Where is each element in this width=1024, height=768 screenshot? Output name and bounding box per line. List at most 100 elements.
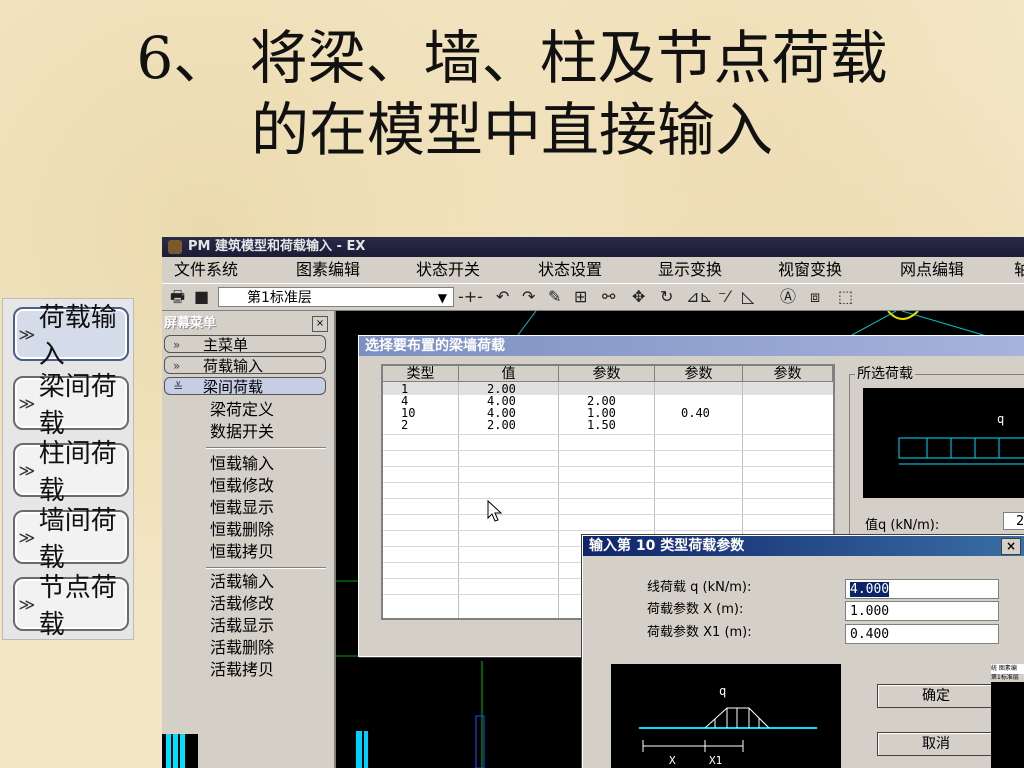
column-header-param1[interactable]: 参数 bbox=[559, 366, 655, 382]
embedded-screenshot-thumbnail: 统 图素编 第1标准层 bbox=[991, 664, 1024, 768]
column-header-value[interactable]: 值 bbox=[459, 366, 559, 382]
menu-item-dead-load-display[interactable]: 恒载显示 bbox=[210, 497, 274, 519]
floor-select[interactable]: 第1标准层 ▼ bbox=[218, 287, 454, 307]
print-icon[interactable]: 🖶 bbox=[170, 287, 185, 307]
line-load-label: 线荷载 q (kN/m): bbox=[647, 580, 752, 595]
table-cell[interactable]: 1.50 bbox=[587, 419, 616, 431]
crosshair-icon[interactable]: -+- bbox=[458, 287, 483, 307]
slide-nav-column-load-button[interactable]: ≫ 柱间荷载 bbox=[13, 439, 129, 506]
chevron-right-icon: ≫ bbox=[18, 460, 36, 480]
tab-label: 荷载输入 bbox=[203, 357, 264, 375]
chevron-down-icon: ≫ bbox=[18, 324, 36, 344]
menu-grid-edit[interactable]: 网点编辑 bbox=[900, 257, 964, 283]
menu-bar: 文件系统 图素编辑 状态开关 状态设置 显示变换 视窗变换 网点编辑 轴 bbox=[162, 257, 1024, 283]
tab-beam-load[interactable]: ≚ 梁间荷载 bbox=[164, 377, 326, 396]
slide-nav-label: 墙间荷载 bbox=[38, 506, 117, 573]
diagram-x1-label: X1 bbox=[709, 754, 723, 767]
close-button[interactable]: × bbox=[1001, 538, 1021, 555]
column-header-param2[interactable]: 参数 bbox=[655, 366, 743, 382]
menu-item-dead-load-delete[interactable]: 恒载删除 bbox=[210, 519, 274, 541]
param-x-field[interactable]: 1.000 bbox=[845, 601, 999, 621]
tab-label: 梁间荷载 bbox=[203, 378, 264, 396]
menu-item-live-load-delete[interactable]: 活载删除 bbox=[210, 637, 274, 659]
selected-load-legend: 所选荷载 bbox=[855, 366, 915, 382]
menu-view-transform[interactable]: 视窗变换 bbox=[778, 257, 842, 283]
grid-line bbox=[458, 382, 459, 618]
line-load-field[interactable]: 4.000 bbox=[845, 579, 999, 599]
slide-nav-load-input-button[interactable]: ≫ 荷载输入 bbox=[13, 303, 129, 370]
slide-title-line-1: 6、 将梁、墙、柱及节点荷载 bbox=[136, 24, 888, 92]
ok-button[interactable]: 确定 bbox=[877, 684, 995, 708]
value-field[interactable]: 2 bbox=[1003, 512, 1024, 530]
rotate-icon[interactable]: ↻ bbox=[660, 287, 673, 307]
box-3d-icon[interactable]: ⧈ bbox=[810, 287, 820, 307]
table-cell[interactable]: 2.00 bbox=[487, 419, 516, 431]
param-x-value: 1.000 bbox=[850, 604, 890, 619]
slide-nav-label: 节点荷载 bbox=[38, 573, 117, 640]
tab-load-input[interactable]: » 荷载输入 bbox=[164, 356, 326, 375]
save-icon[interactable]: ■ bbox=[194, 287, 209, 307]
menu-item-live-load-modify[interactable]: 活载修改 bbox=[210, 593, 274, 615]
column-header-param3[interactable]: 参数 bbox=[743, 366, 833, 382]
param-dialog-title: 输入第 10 类型荷载参数 bbox=[583, 536, 1024, 556]
menu-item-dead-load-copy[interactable]: 恒载拷贝 bbox=[210, 541, 274, 563]
menu-item-beam-load-define[interactable]: 梁荷定义 bbox=[210, 399, 274, 421]
floor-select-value: 第1标准层 bbox=[247, 290, 312, 306]
diagram-x-label: X bbox=[669, 754, 676, 767]
extend-icon[interactable]: ⁻⁄ bbox=[718, 287, 729, 307]
cancel-button[interactable]: 取消 bbox=[877, 732, 995, 756]
menu-item-data-switch[interactable]: 数据开关 bbox=[210, 421, 274, 443]
slide-nav-beam-load-button[interactable]: ≫ 梁间荷载 bbox=[13, 372, 129, 439]
menu-divider bbox=[206, 567, 326, 569]
close-icon[interactable]: × bbox=[312, 316, 328, 332]
menu-state-settings[interactable]: 状态设置 bbox=[538, 257, 602, 283]
box-wire-icon[interactable]: ⬚ bbox=[838, 287, 853, 307]
menu-item-dead-load-modify[interactable]: 恒载修改 bbox=[210, 475, 274, 497]
param-x-label: 荷载参数 X (m): bbox=[647, 602, 744, 617]
table-cell[interactable]: 2 bbox=[401, 419, 408, 431]
uniform-load-diagram bbox=[898, 437, 1024, 465]
menu-item-dead-load-input[interactable]: 恒载输入 bbox=[210, 453, 274, 475]
slide-nav-label: 荷载输入 bbox=[38, 303, 117, 370]
redo-icon[interactable]: ↷ bbox=[522, 287, 535, 307]
undo-icon[interactable]: ↶ bbox=[496, 287, 509, 307]
load-type-diagram: q X X1 bbox=[611, 664, 841, 768]
chevron-right-icon: » bbox=[173, 338, 181, 352]
menu-item-live-load-copy[interactable]: 活载拷贝 bbox=[210, 659, 274, 681]
grid-line bbox=[383, 450, 833, 451]
menu-display-transform[interactable]: 显示变换 bbox=[658, 257, 722, 283]
chevron-right-icon: ≫ bbox=[18, 527, 36, 547]
grid-line bbox=[383, 434, 833, 435]
screen-menu-header: 屏幕菜单 × bbox=[162, 315, 332, 333]
link-icon[interactable]: ⚯ bbox=[602, 287, 615, 307]
chevron-down-icon: ≚ bbox=[173, 380, 184, 394]
column-header-type[interactable]: 类型 bbox=[383, 366, 459, 382]
screen-menu: 屏幕菜单 × » 主菜单 » 荷载输入 ≚ 梁间荷载 梁荷定义 数据开关 恒载输… bbox=[162, 311, 336, 768]
move-icon[interactable]: ✥ bbox=[632, 287, 645, 307]
param-x1-field[interactable]: 0.400 bbox=[845, 624, 999, 644]
tab-main-menu[interactable]: » 主菜单 bbox=[164, 335, 326, 354]
param-input-dialog: 输入第 10 类型荷载参数 × 线荷载 q (kN/m): 4.000 荷载参数… bbox=[582, 535, 1024, 768]
menu-element-edit[interactable]: 图素编辑 bbox=[296, 257, 360, 283]
value-label: 值q (kN/m): bbox=[865, 518, 940, 533]
grid-line bbox=[558, 382, 559, 618]
brush-icon[interactable]: ✎ bbox=[548, 287, 561, 307]
shape-icon[interactable]: ◺ bbox=[742, 287, 754, 307]
table-cell[interactable]: 0.40 bbox=[681, 407, 710, 419]
slide-nav-panel: ≫ 荷载输入 ≫ 梁间荷载 ≫ 柱间荷载 ≫ 墙间荷载 ≫ 节点荷载 bbox=[2, 298, 134, 640]
slide-nav-label: 梁间荷载 bbox=[38, 372, 117, 439]
grid-line bbox=[383, 466, 833, 467]
slide-nav-node-load-button[interactable]: ≫ 节点荷载 bbox=[13, 573, 129, 640]
menu-state-switch[interactable]: 状态开关 bbox=[416, 257, 480, 283]
mirror-icon[interactable]: ⊿⊾ bbox=[686, 287, 713, 307]
menu-item-live-load-display[interactable]: 活载显示 bbox=[210, 615, 274, 637]
app-titlebar: PM 建筑模型和荷载输入 - EX bbox=[162, 237, 1024, 257]
grid-icon[interactable]: ⊞ bbox=[574, 287, 587, 307]
grid-line bbox=[383, 482, 833, 483]
menu-file-system[interactable]: 文件系统 bbox=[174, 257, 238, 283]
menu-item-live-load-input[interactable]: 活载输入 bbox=[210, 571, 274, 593]
slide-nav-wall-load-button[interactable]: ≫ 墙间荷载 bbox=[13, 506, 129, 573]
menu-axis[interactable]: 轴 bbox=[1014, 257, 1024, 283]
app-logo-icon bbox=[168, 240, 182, 254]
compass-icon[interactable]: Ⓐ bbox=[780, 287, 796, 307]
